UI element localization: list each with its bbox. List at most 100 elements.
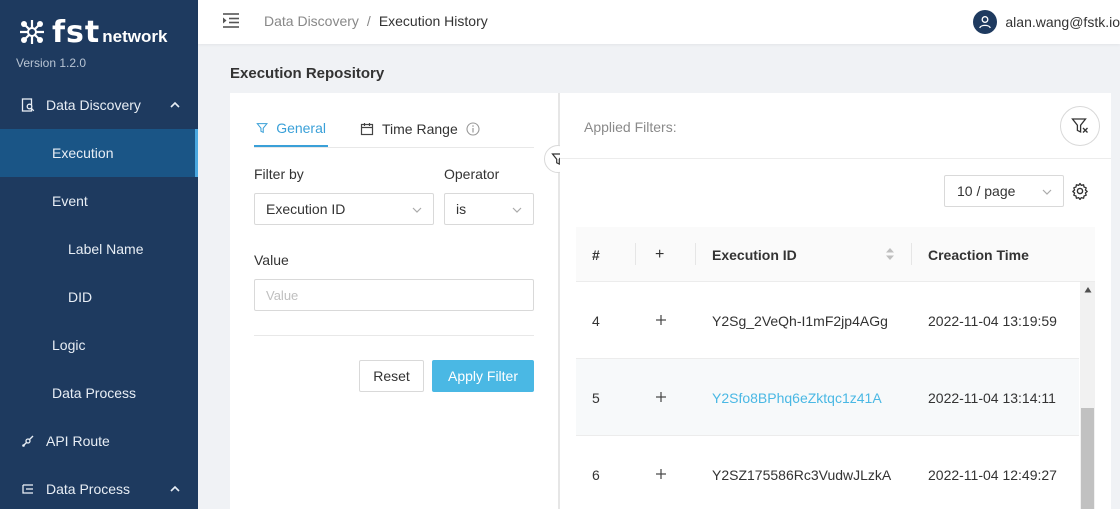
operator-value: is (456, 201, 467, 217)
sidebar-item-execution[interactable]: Execution (0, 129, 198, 177)
apply-filter-button[interactable]: Apply Filter (432, 360, 534, 392)
route-icon (20, 433, 36, 449)
info-icon[interactable] (466, 122, 480, 136)
row-creation-time: 2022-11-04 12:49:27 (928, 466, 1057, 483)
sidebar-item-label-name[interactable]: Label Name (0, 225, 198, 273)
row-index: 5 (592, 389, 600, 406)
expand-row-icon[interactable] (654, 313, 668, 327)
gear-icon[interactable] (1071, 182, 1089, 200)
execution-table: # + Execution ID Creaction Time 4 Y2Sg_2… (576, 227, 1095, 509)
process-icon (20, 481, 36, 497)
calendar-icon (360, 123, 374, 136)
user-email: alan.wang@fstk.io (1005, 14, 1120, 30)
value-placeholder: Value (266, 287, 299, 303)
top-bar: Data Discovery / Execution History alan.… (198, 0, 1120, 44)
sidebar-item-label: Label Name (68, 241, 144, 257)
tab-time-range[interactable]: Time Range (358, 111, 482, 147)
row-execution-id[interactable]: Y2Sfo8BPhq6eZktqc1z41A (712, 359, 882, 436)
sidebar-item-label: Data Process (52, 385, 137, 401)
page-size-value: 10 / page (957, 183, 1016, 199)
expand-row-icon[interactable] (654, 467, 668, 481)
row-creation-time: 2022-11-04 13:14:11 (928, 389, 1056, 406)
brand-name: fst (52, 15, 101, 50)
row-index: 6 (592, 466, 600, 483)
column-divider (635, 243, 636, 265)
filter-by-value: Execution ID (266, 201, 346, 217)
reset-button[interactable]: Reset (359, 360, 424, 392)
sidebar-item-label: Data Discovery (46, 97, 141, 113)
column-divider (695, 243, 696, 265)
value-label: Value (254, 252, 289, 268)
logo-icon (20, 20, 44, 44)
filter-tabs: General Time Range (254, 111, 482, 147)
sidebar-item-api-route[interactable]: API Route (0, 417, 198, 465)
breadcrumb: Data Discovery / Execution History (264, 13, 488, 29)
operator-label: Operator (444, 166, 500, 182)
brand-sub: network (102, 27, 168, 46)
breadcrumb-parent[interactable]: Data Discovery (264, 13, 359, 29)
sidebar-item-data-process-sub[interactable]: Data Process (0, 369, 198, 417)
chevron-up-icon (170, 101, 180, 108)
page-size-select[interactable]: 10 / page (944, 175, 1064, 207)
search-doc-icon (20, 97, 36, 113)
filter-icon (256, 123, 268, 134)
sidebar-item-did[interactable]: DID (0, 273, 198, 321)
tab-label: Time Range (382, 121, 458, 137)
table-scrollbar[interactable] (1080, 282, 1095, 509)
filter-by-label: Filter by (254, 166, 304, 182)
version-label: Version 1.2.0 (16, 56, 87, 70)
tab-label: General (276, 120, 326, 136)
table-row[interactable]: 4 Y2Sg_2VeQh-I1mF2jp4AGg 2022-11-04 13:1… (576, 282, 1079, 359)
user-avatar-icon (973, 10, 998, 34)
applied-filters-label: Applied Filters: (584, 119, 677, 135)
table-row[interactable]: 5 Y2Sfo8BPhq6eZktqc1z41A 2022-11-04 13:1… (576, 359, 1079, 436)
row-creation-time: 2022-11-04 13:19:59 (928, 312, 1057, 329)
menu-fold-icon[interactable] (222, 11, 240, 29)
filter-by-select[interactable]: Execution ID (254, 193, 434, 225)
col-creation-time-header: Creaction Time (928, 246, 1029, 263)
row-index: 4 (592, 312, 600, 329)
tabs-divider (254, 147, 534, 148)
scrollbar-thumb[interactable] (1081, 408, 1094, 509)
col-index-header: # (592, 246, 600, 263)
chevron-down-icon (412, 207, 422, 213)
sort-icon[interactable] (885, 247, 895, 261)
expand-all-header[interactable]: + (655, 227, 664, 282)
sidebar-item-label: Execution (52, 145, 114, 161)
chevron-up-icon (170, 485, 180, 492)
clear-filters-button[interactable] (1060, 106, 1100, 146)
row-execution-id[interactable]: Y2Sg_2VeQh-I1mF2jp4AGg (712, 282, 888, 359)
sidebar-item-label: Logic (52, 337, 86, 353)
sidebar-item-data-process[interactable]: Data Process (0, 465, 198, 509)
sidebar-item-label: API Route (46, 433, 110, 449)
filter-clear-icon (1071, 118, 1088, 134)
chevron-down-icon (512, 207, 522, 213)
sidebar-item-event[interactable]: Event (0, 177, 198, 225)
operator-select[interactable]: is (444, 193, 534, 225)
chevron-down-icon (1042, 189, 1052, 195)
row-execution-id[interactable]: Y2SZ175586Rc3VudwJLzkA (712, 436, 891, 509)
sidebar: fst network Version 1.2.0 Data Discovery… (0, 0, 198, 509)
filter-panel: General Time Range Filter by Operator Ex… (230, 93, 558, 509)
results-divider (560, 158, 1111, 159)
breadcrumb-separator: / (366, 13, 371, 29)
breadcrumb-current: Execution History (378, 13, 488, 29)
scroll-up-icon[interactable] (1084, 286, 1092, 294)
sidebar-item-logic[interactable]: Logic (0, 321, 198, 369)
table-row[interactable]: 6 Y2SZ175586Rc3VudwJLzkA 2022-11-04 12:4… (576, 436, 1079, 509)
tab-general[interactable]: General (254, 111, 328, 147)
sidebar-item-data-discovery[interactable]: Data Discovery (0, 81, 198, 129)
filter-divider (254, 335, 534, 336)
table-header: # + Execution ID Creaction Time (576, 227, 1095, 282)
sidebar-item-label: Event (52, 193, 88, 209)
expand-row-icon[interactable] (654, 390, 668, 404)
user-menu[interactable]: alan.wang@fstk.io (973, 10, 1120, 34)
value-input[interactable]: Value (254, 279, 534, 311)
results-panel: Applied Filters: 10 / page # + Execution… (560, 93, 1111, 509)
sidebar-item-label: Data Process (46, 481, 131, 497)
brand-logo[interactable]: fst network (16, 16, 167, 48)
column-divider (911, 243, 912, 265)
page-title: Execution Repository (230, 65, 385, 82)
sidebar-item-label: DID (68, 289, 93, 305)
col-execution-id-header[interactable]: Execution ID (712, 227, 797, 282)
